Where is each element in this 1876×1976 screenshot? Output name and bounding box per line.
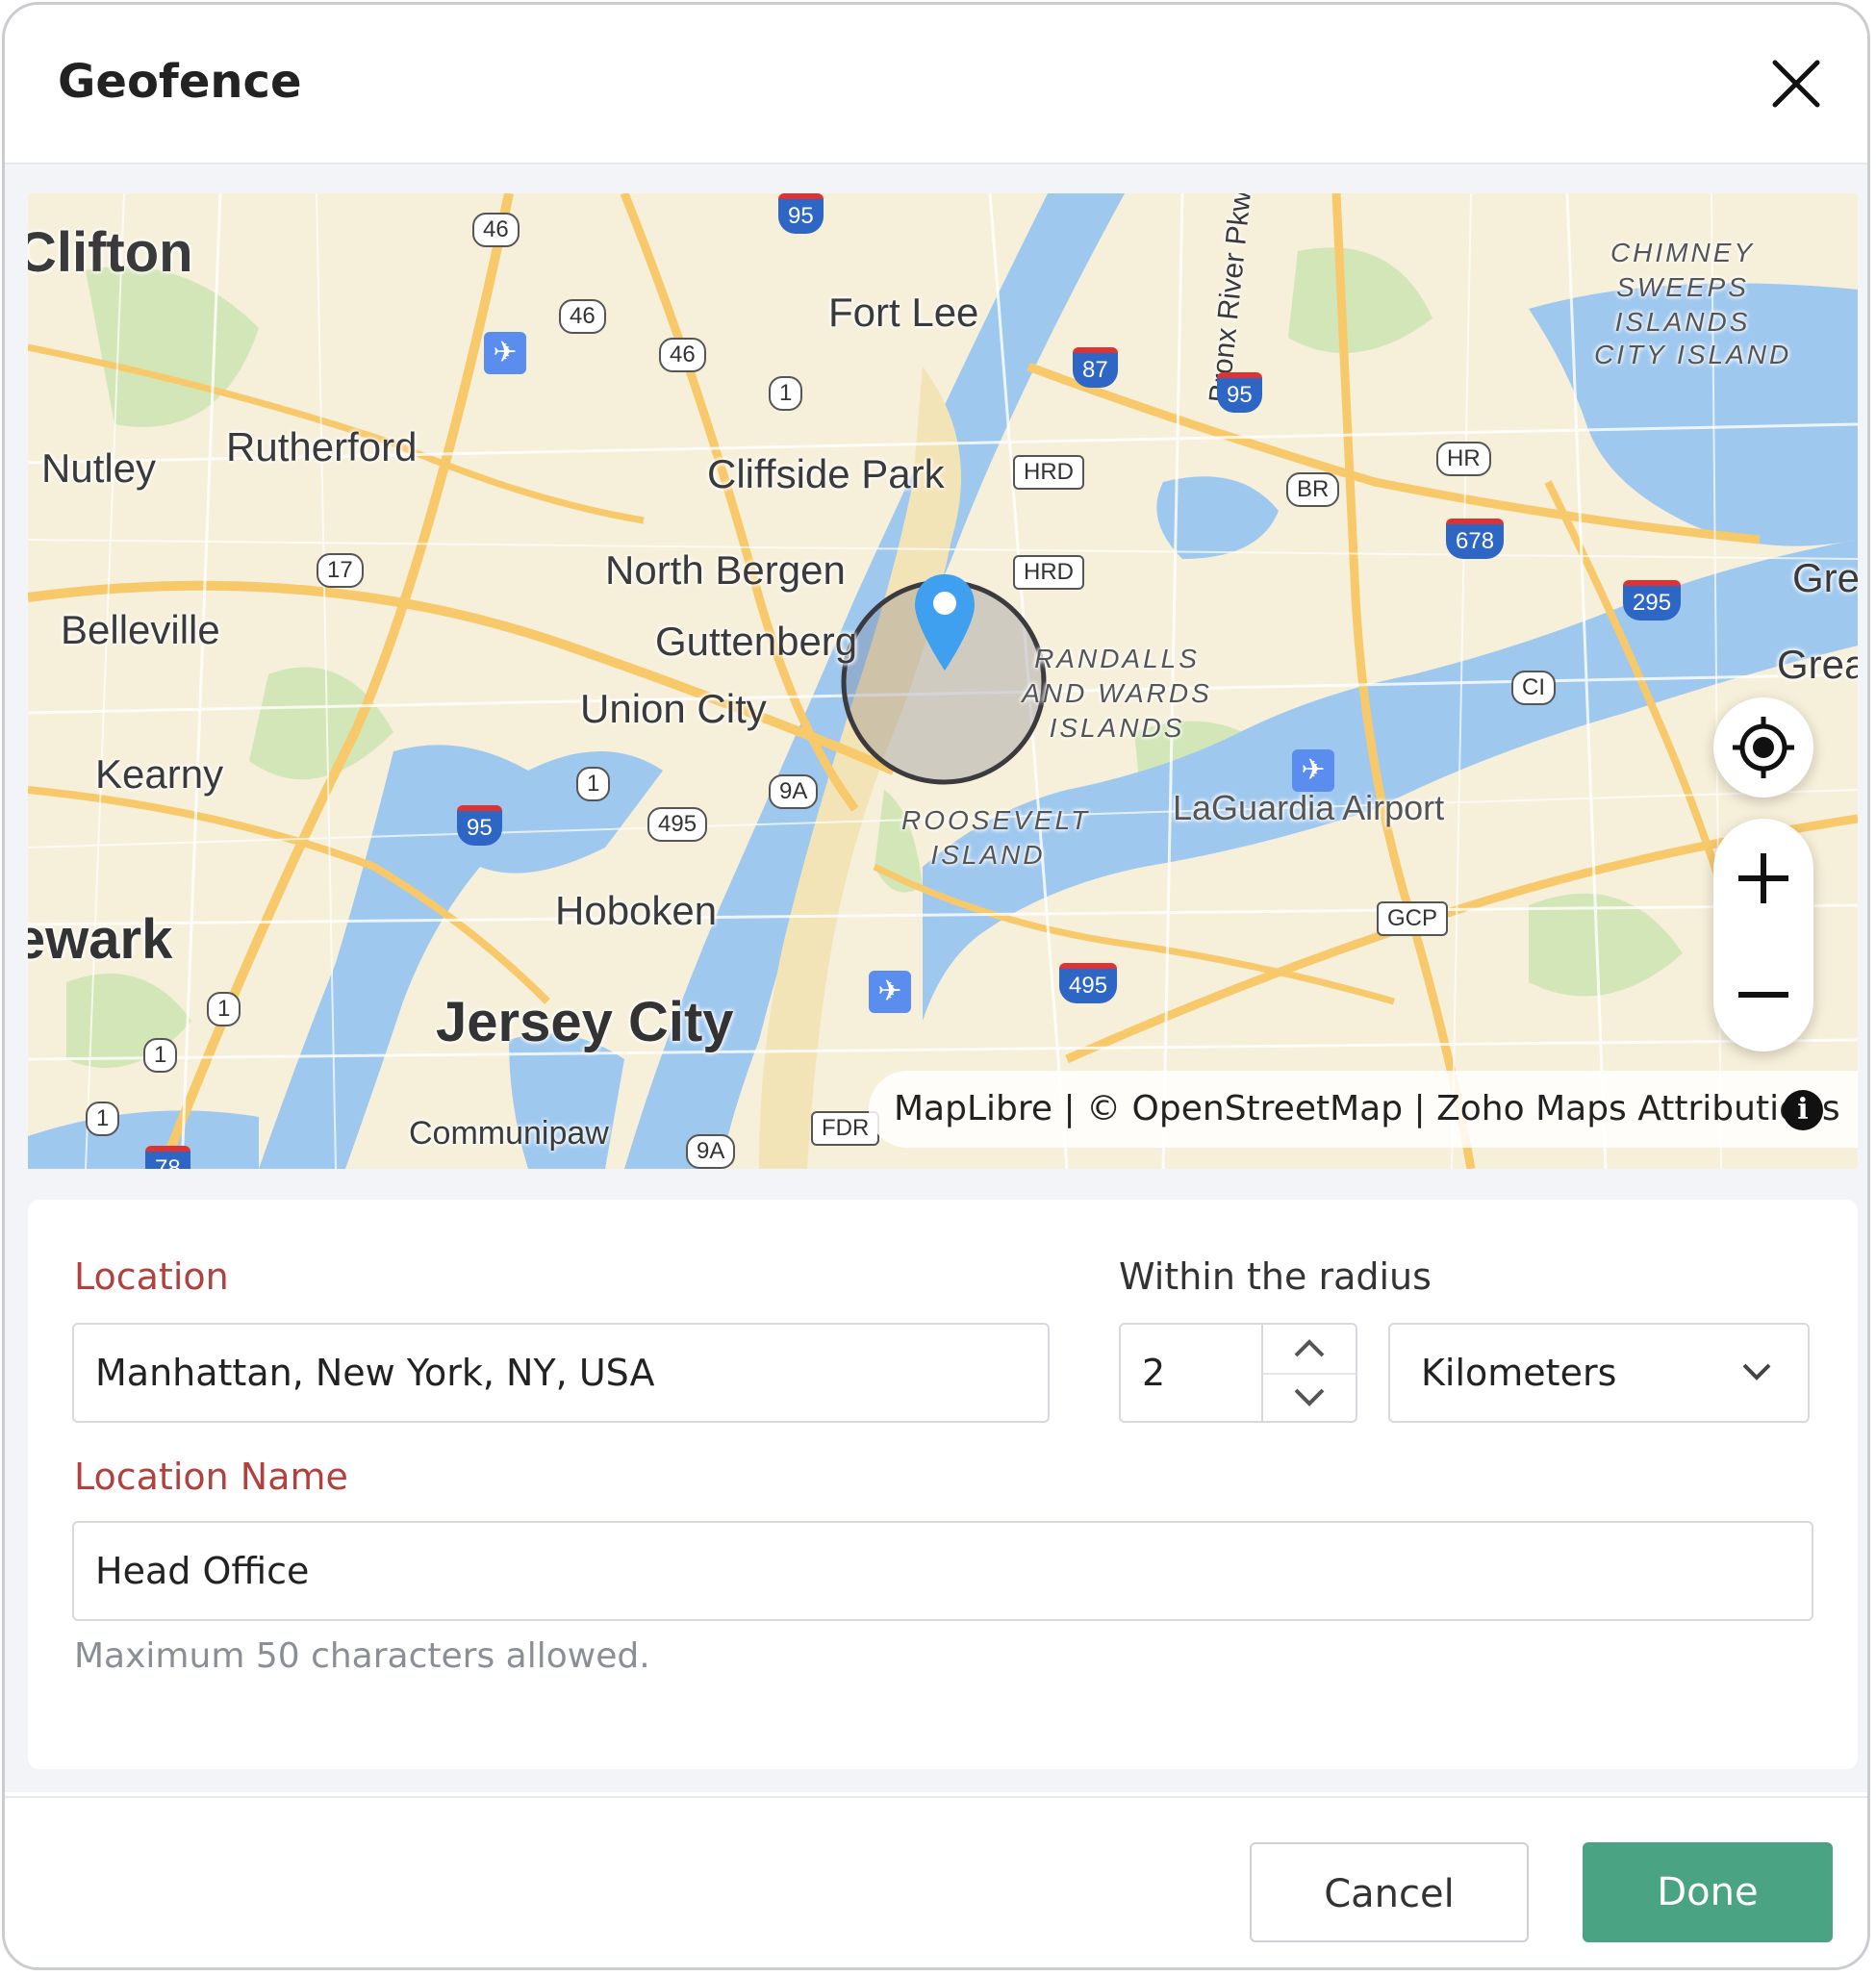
- route-shield: 1: [769, 376, 803, 411]
- radius-value[interactable]: 2: [1142, 1325, 1165, 1421]
- route-shield: 495: [647, 807, 708, 842]
- map-label-great-2: Great: [1777, 642, 1858, 687]
- map-label-north-bergen: North Bergen: [605, 547, 846, 593]
- interstate-shield: 95: [1217, 372, 1262, 413]
- plus-icon: [1738, 853, 1788, 903]
- map-label-fort-lee: Fort Lee: [828, 290, 979, 335]
- route-shield: 1: [86, 1102, 120, 1136]
- chevron-down-icon: [1294, 1388, 1325, 1406]
- zoom-control: [1713, 819, 1813, 1051]
- map-label-nutley: Nutley: [41, 445, 157, 491]
- geofence-dialog: Geofence Clifton Fort Lee Rutherford Nut…: [2, 2, 1870, 1970]
- map-label-clifton: Clifton: [28, 221, 193, 284]
- dialog-header: Geofence: [5, 5, 1867, 165]
- map-label-jersey-city: Jersey City: [436, 991, 734, 1053]
- zoom-in-button[interactable]: [1713, 819, 1813, 935]
- route-shield: 46: [472, 213, 520, 247]
- stepper-buttons: [1261, 1325, 1356, 1421]
- map-label-communipaw: Communipaw: [409, 1115, 609, 1152]
- crosshair-icon: [1733, 717, 1794, 778]
- map-label-great-1: Great: [1792, 555, 1858, 600]
- map-label-guttenberg: Guttenberg: [655, 619, 858, 664]
- location-name-hint: Maximum 50 characters allowed.: [74, 1636, 650, 1676]
- map-label-cliffside-park: Cliffside Park: [707, 451, 945, 496]
- interstate-shield: 495: [1059, 963, 1118, 1003]
- attribution-separator: |: [1413, 1089, 1426, 1128]
- cancel-button[interactable]: Cancel: [1250, 1842, 1529, 1942]
- chevron-down-icon: [1742, 1363, 1771, 1381]
- map-view[interactable]: Clifton Fort Lee Rutherford Nutley Cliff…: [28, 193, 1858, 1169]
- location-name-label: Location Name: [74, 1456, 348, 1498]
- map-base-layer: [28, 193, 1858, 1169]
- route-shield: CI: [1511, 671, 1556, 705]
- map-attribution: MapLibre | © OpenStreetMap | Zoho Maps A…: [869, 1071, 1858, 1148]
- radius-unit-select[interactable]: Kilometers: [1388, 1323, 1810, 1423]
- map-label-city-island: CITY ISLAND: [1594, 340, 1792, 369]
- chevron-up-icon: [1294, 1339, 1325, 1357]
- route-shield: BR: [1286, 472, 1340, 507]
- decrement-button[interactable]: [1263, 1373, 1356, 1421]
- map-label-belleville: Belleville: [61, 607, 220, 652]
- map-label-newark: Newark: [28, 908, 173, 971]
- geolocate-button[interactable]: [1713, 697, 1813, 798]
- route-shield: GCP: [1377, 901, 1449, 936]
- route-shield: 46: [559, 299, 606, 334]
- location-name-input[interactable]: Head Office: [72, 1521, 1813, 1621]
- map-label-randalls-island: RANDALLS AND WARDS ISLANDS: [1022, 644, 1212, 743]
- zoho-attribution-link[interactable]: Zoho Maps Attributions: [1436, 1089, 1840, 1128]
- route-shield: 1: [207, 992, 241, 1026]
- airport-icon: ✈: [1292, 749, 1334, 792]
- zoom-out-button[interactable]: [1713, 935, 1813, 1051]
- map-label-union-city: Union City: [580, 686, 767, 731]
- route-shield: 46: [659, 338, 706, 372]
- interstate-shield: 87: [1073, 347, 1118, 388]
- route-shield: 1: [576, 767, 611, 801]
- interstate-shield: 295: [1623, 580, 1682, 621]
- route-shield: HRD: [1013, 555, 1084, 590]
- interstate-shield: 95: [778, 193, 824, 234]
- route-shield: 17: [317, 553, 364, 588]
- route-shield: 9A: [686, 1134, 736, 1169]
- radius-label: Within the radius: [1119, 1255, 1432, 1298]
- route-shield: HRD: [1013, 455, 1084, 490]
- info-icon[interactable]: i: [1783, 1090, 1823, 1130]
- route-shield: 1: [143, 1038, 178, 1073]
- radius-unit-value: Kilometers: [1421, 1352, 1617, 1394]
- dialog-title: Geofence: [58, 55, 302, 109]
- map-label-chimney-sweeps: CHIMNEY SWEEPS ISLANDS: [1610, 238, 1756, 337]
- map-label-hoboken: Hoboken: [555, 888, 718, 933]
- close-icon[interactable]: [1767, 55, 1825, 113]
- interstate-shield: 95: [457, 805, 502, 846]
- minus-icon: [1738, 992, 1788, 998]
- map-label-rutherford: Rutherford: [226, 424, 418, 469]
- location-pin-icon[interactable]: [911, 570, 978, 676]
- location-input[interactable]: Manhattan, New York, NY, USA: [72, 1323, 1050, 1423]
- airport-icon: ✈: [869, 971, 911, 1013]
- route-shield: HR: [1436, 442, 1491, 476]
- radius-stepper: 2: [1119, 1323, 1357, 1423]
- route-shield: 9A: [769, 774, 819, 809]
- interstate-shield: 678: [1446, 519, 1505, 559]
- interstate-shield: 78: [145, 1146, 190, 1169]
- maplibre-link[interactable]: MapLibre: [894, 1089, 1052, 1128]
- map-label-kearny: Kearny: [95, 751, 224, 797]
- increment-button[interactable]: [1263, 1325, 1356, 1375]
- openstreetmap-link[interactable]: © OpenStreetMap: [1086, 1089, 1403, 1128]
- location-label: Location: [74, 1255, 229, 1298]
- map-label-laguardia: LaGuardia Airport: [1173, 788, 1445, 827]
- attribution-separator: |: [1063, 1089, 1076, 1128]
- airport-icon: ✈: [484, 332, 526, 374]
- map-label-roosevelt-island: ROOSEVELT ISLAND: [901, 805, 1091, 870]
- done-button[interactable]: Done: [1583, 1842, 1833, 1942]
